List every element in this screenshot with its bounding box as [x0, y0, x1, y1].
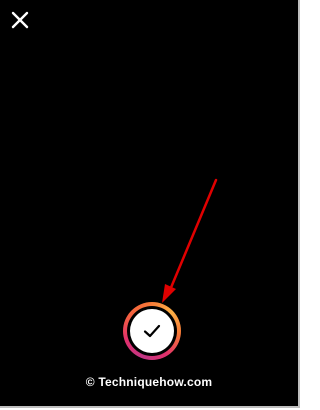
- confirm-ring: [127, 306, 177, 356]
- confirm-button[interactable]: [123, 302, 181, 360]
- close-icon: [11, 11, 29, 29]
- checkmark-icon: [143, 324, 161, 338]
- confirm-core: [130, 309, 174, 353]
- watermark-text: © Techniquehow.com: [85, 375, 213, 389]
- close-button[interactable]: [9, 9, 31, 31]
- camera-preview: © Techniquehow.com: [0, 0, 300, 408]
